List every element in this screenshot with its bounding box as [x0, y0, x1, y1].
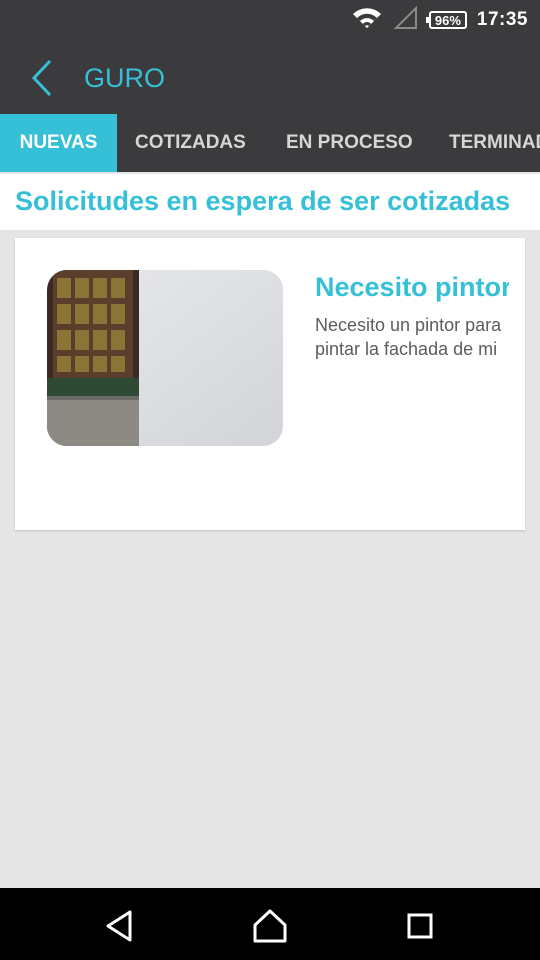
tab-bar: NUEVAS COTIZADAS EN PROCESO TERMINADAS — [0, 114, 540, 172]
app-bar: GURO — [0, 40, 540, 114]
status-time: 17:35 — [476, 9, 528, 30]
app-title: GURO — [84, 63, 165, 93]
nav-home-button[interactable] — [250, 906, 290, 946]
tab-terminadas[interactable]: TERMINADAS — [449, 114, 540, 172]
tab-cotizadas[interactable]: COTIZADAS — [135, 114, 246, 172]
back-button[interactable] — [26, 58, 62, 98]
request-description-line: pintar la fachada de mi — [315, 339, 498, 359]
square-recents-icon — [407, 913, 433, 939]
battery-level: 96% — [434, 12, 461, 28]
request-description-line: Necesito un pintor para — [315, 315, 502, 335]
request-card[interactable]: Necesito pintor Necesito un pintor para … — [15, 238, 525, 530]
battery-icon: 96% — [425, 11, 467, 29]
nav-back-button[interactable] — [100, 906, 140, 946]
tab-en-proceso[interactable]: EN PROCESO — [286, 114, 413, 172]
nav-recents-button[interactable] — [400, 906, 440, 946]
wifi-icon — [351, 6, 383, 35]
home-icon — [253, 909, 287, 943]
request-photo — [47, 270, 283, 446]
section-header: Solicitudes en espera de ser cotizadas — [0, 174, 540, 230]
system-nav-bar — [0, 888, 540, 960]
cell-signal-icon — [393, 5, 419, 35]
tab-nuevas[interactable]: NUEVAS — [0, 114, 117, 172]
section-title: Solicitudes en espera de ser cotizadas — [15, 186, 511, 216]
request-description: Necesito un pintor para pintar la fachad… — [315, 313, 509, 361]
chevron-left-icon — [31, 59, 52, 97]
request-title: Necesito pintor — [315, 272, 509, 302]
request-text: Necesito pintor Necesito un pintor para … — [315, 272, 509, 361]
status-bar: 96% 17:35 — [0, 0, 540, 40]
triangle-back-icon — [106, 910, 132, 942]
